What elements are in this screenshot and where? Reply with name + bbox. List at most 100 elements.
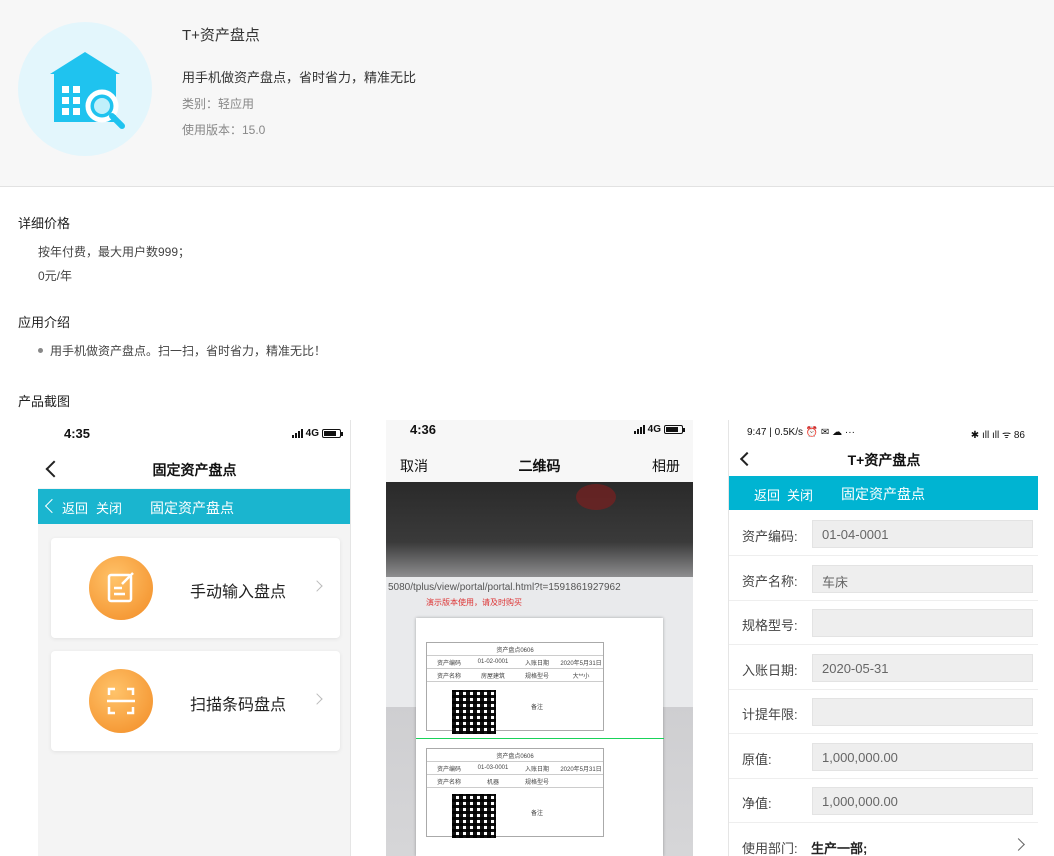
screenshot-1[interactable]: 4:35 4G 固定资产盘点 返回 关闭 固定资产盘点 手动输入盘点 扫描条码盘…	[38, 420, 351, 856]
house-search-icon	[50, 52, 125, 129]
blue-toolbar: 返回 关闭 固定资产盘点	[729, 476, 1038, 510]
asset-code-field[interactable]: 01-04-0001	[812, 520, 1033, 548]
field-row: 计提年限:	[729, 690, 1038, 734]
field-label: 原值:	[742, 752, 772, 767]
edit-icon	[89, 556, 153, 620]
status-right: ✱ ıll ıll ᯤ 86	[970, 430, 1025, 441]
card-label: 手动输入盘点	[190, 584, 287, 601]
table-cell: 资产名称	[436, 673, 461, 680]
table-cell: 入账日期	[524, 660, 549, 667]
table-header: 资产盘点0606	[496, 647, 534, 654]
asset-name-field[interactable]: 车床	[812, 565, 1033, 593]
screenshot-3[interactable]: 9:47 | 0.5K/s ⏰ ✉ ☁ ··· ✱ ıll ıll ᯤ 86 T…	[728, 420, 1038, 856]
department-value: 生产一部;	[811, 841, 868, 856]
app-category: 类别：轻应用	[182, 97, 255, 111]
battery-icon	[322, 429, 343, 438]
scan-icon	[89, 669, 153, 733]
close-link[interactable]: 关闭	[96, 498, 122, 517]
status-left: 9:47 | 0.5K/s ⏰ ✉ ☁ ···	[747, 427, 855, 438]
field-row: 资产名称: 车床	[729, 557, 1038, 601]
camera-view: 5080/tplus/view/portal/portal.html?t=159…	[386, 482, 693, 856]
chevron-left-icon[interactable]	[44, 498, 60, 514]
scanned-paper: 资产盘点0606 资产编码 01-02-0001 入账日期 2020年5月31日…	[416, 618, 663, 856]
screenshots-title: 产品截图	[18, 394, 71, 409]
background-blur	[576, 484, 616, 510]
manual-entry-card[interactable]: 手动输入盘点	[51, 538, 340, 638]
table-cell: 2020年5月31日	[560, 766, 602, 773]
field-label: 入账日期:	[742, 663, 798, 678]
app-description: 用手机做资产盘点，省时省力，精准无比	[182, 70, 417, 85]
scan-line	[416, 738, 664, 739]
back-link[interactable]: 返回	[754, 485, 780, 504]
screenshot-2[interactable]: 4:36 4G 取消 二维码 相册 5080/tplus/view/portal…	[386, 420, 693, 856]
nav-bar: T+资产盘点	[729, 444, 1038, 476]
pricing-title: 详细价格	[18, 216, 71, 231]
bullet-dot-icon	[38, 348, 43, 353]
spec-model-field[interactable]	[812, 609, 1033, 637]
status-indicators: 4G	[291, 428, 343, 439]
status-bar: 4:35 4G	[38, 420, 350, 448]
card-label: 扫描条码盘点	[190, 697, 287, 714]
field-row: 原值: 1,000,000.00	[729, 735, 1038, 779]
network-type: 4G	[305, 428, 319, 439]
field-row: 入账日期: 2020-05-31	[729, 646, 1038, 690]
app-version: 使用版本：15.0	[182, 123, 266, 137]
table-cell: 资产名称	[436, 779, 461, 786]
department-row[interactable]: 使用部门: 生产一部;	[729, 824, 1038, 856]
field-row: 净值: 1,000,000.00	[729, 779, 1038, 823]
table-cell: 2020年5月31日	[560, 660, 602, 667]
table-cell: 机器	[486, 779, 499, 786]
qr-code-icon	[452, 690, 496, 734]
field-label: 净值:	[742, 796, 772, 811]
table-cell: 资产编码	[436, 766, 461, 773]
intro-title: 应用介绍	[18, 315, 71, 330]
signal-icon	[291, 429, 303, 438]
app-header: T+资产盘点 用手机做资产盘点，省时省力，精准无比 类别：轻应用 使用版本：15…	[0, 0, 1054, 187]
signal-icon	[633, 425, 645, 434]
scan-barcode-card[interactable]: 扫描条码盘点	[51, 651, 340, 751]
net-value-field[interactable]: 1,000,000.00	[812, 787, 1033, 815]
blue-toolbar: 返回 关闭 固定资产盘点	[38, 489, 350, 524]
original-value-field[interactable]: 1,000,000.00	[812, 743, 1033, 771]
field-label: 计提年限:	[742, 707, 798, 722]
field-row: 资产编码: 01-04-0001	[729, 512, 1038, 556]
nav-bar: 固定资产盘点	[38, 448, 350, 488]
pricing-line-1: 按年付费，最大用户数999；	[38, 245, 191, 259]
nav-title: 固定资产盘点	[152, 462, 237, 478]
back-link[interactable]: 返回	[62, 498, 88, 517]
field-label: 规格型号:	[742, 618, 798, 633]
status-indicators: 4G	[633, 424, 685, 435]
field-label: 资产名称:	[742, 574, 798, 589]
pricing-line-2: 0元/年	[38, 269, 73, 283]
table-cell: 入账日期	[524, 766, 549, 773]
table-cell: 01-02-0001	[477, 659, 509, 665]
network-type: 4G	[647, 424, 661, 435]
entry-date-field[interactable]: 2020-05-31	[812, 654, 1033, 682]
status-time: 4:35	[64, 426, 91, 441]
table-cell: 规格型号	[524, 673, 549, 680]
status-bar: 9:47 | 0.5K/s ⏰ ✉ ☁ ··· ✱ ıll ıll ᯤ 86	[729, 420, 1038, 444]
nav-title: T+资产盘点	[847, 452, 921, 468]
table-cell: 大**小	[572, 673, 590, 680]
battery-icon	[664, 425, 685, 434]
monitor-url-text: 5080/tplus/view/portal/portal.html?t=159…	[388, 582, 621, 593]
toolbar-title: 固定资产盘点	[150, 500, 234, 516]
app-title: T+资产盘点	[182, 27, 260, 44]
chevron-right-icon	[311, 580, 323, 592]
toolbar-title: 固定资产盘点	[841, 486, 925, 502]
chevron-right-icon[interactable]	[1012, 838, 1025, 851]
scanner-header: 4:36 4G 取消 二维码 相册	[386, 420, 693, 482]
field-row: 规格型号:	[729, 601, 1038, 645]
table-cell: 01-03-0001	[477, 765, 509, 771]
status-time: 4:36	[410, 422, 437, 437]
table-cell: 备注	[530, 704, 543, 711]
qr-code-icon	[452, 794, 496, 838]
table-cell: 资产编码	[436, 660, 461, 667]
depreciation-years-field[interactable]	[812, 698, 1033, 726]
field-label: 资产编码:	[742, 529, 798, 544]
app-icon-circle	[18, 22, 152, 156]
table-cell: 规格型号	[524, 779, 549, 786]
album-button[interactable]: 相册	[652, 456, 680, 476]
intro-bullet: 用手机做资产盘点。扫一扫，省时省力，精准无比！	[38, 342, 326, 359]
close-link[interactable]: 关闭	[787, 485, 813, 504]
